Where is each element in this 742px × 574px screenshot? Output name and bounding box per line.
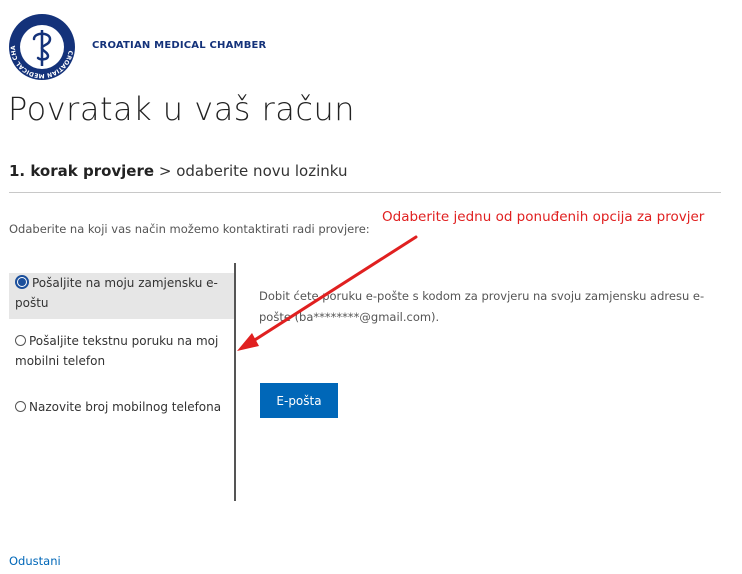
option-label: Nazovite broj mobilnog telefona [29,400,222,414]
page: CROATIAN MEDICAL CHAMBER CROATIAN MEDICA… [0,0,742,574]
verification-options: Pošaljite na moju zamjensku e-poštu Poša… [9,263,236,501]
option-alternate-email[interactable]: Pošaljite na moju zamjensku e-poštu [9,273,234,319]
step-separator: > [158,162,172,180]
option-label: Pošaljite na moju zamjensku e-poštu [15,276,218,310]
page-title: Povratak u vaš račun [8,90,356,128]
option-label: Pošaljite tekstnu poruku na moj mobilni … [15,334,219,368]
next-step: odaberite novu lozinku [176,162,348,180]
step-breadcrumb: 1. korak provjere > odaberite novu lozin… [9,162,348,180]
radio-icon[interactable] [15,335,26,346]
option-description: Dobit ćete poruku e-pošte s kodom za pro… [259,289,705,324]
annotation-text: Odaberite jednu od ponuđenih opcija za p… [382,209,705,225]
option-text-message[interactable]: Pošaljite tekstnu poruku na moj mobilni … [9,331,234,371]
cancel-link[interactable]: Odustani [9,554,61,568]
instruction-text: Odaberite na koji vas način možemo konta… [9,222,370,236]
current-step: 1. korak provjere [9,162,155,180]
option-phone-call[interactable]: Nazovite broj mobilnog telefona [9,397,234,417]
brand-name: CROATIAN MEDICAL CHAMBER [92,40,267,51]
medical-chamber-seal-icon: CROATIAN MEDICAL CHAMBER [7,12,75,80]
send-email-button[interactable]: E-pošta [260,383,338,418]
divider [9,192,721,193]
radio-selected-icon[interactable] [15,275,29,289]
radio-icon[interactable] [15,401,26,412]
